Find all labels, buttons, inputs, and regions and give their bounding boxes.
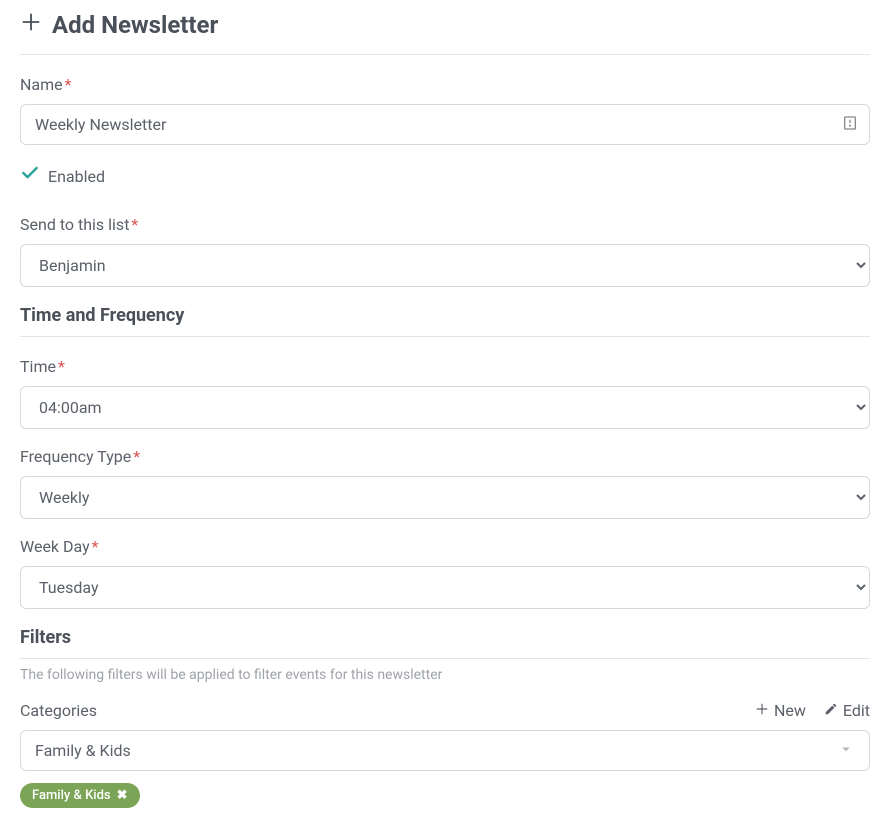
edit-category-button[interactable]: Edit — [824, 701, 870, 720]
new-category-button[interactable]: New — [755, 701, 806, 720]
categories-header-row: Categories New Edit — [20, 701, 870, 720]
required-asterisk: * — [58, 357, 65, 376]
contact-card-icon[interactable] — [842, 115, 858, 135]
pencil-icon — [824, 702, 838, 720]
plus-icon — [755, 702, 769, 720]
page-header: Add Newsletter — [20, 10, 870, 55]
categories-value: Family & Kids — [35, 741, 131, 760]
required-asterisk: * — [133, 447, 140, 466]
categories-combobox[interactable]: Family & Kids — [20, 730, 870, 771]
name-field-row: Name* — [20, 75, 870, 145]
categories-label: Categories — [20, 701, 97, 720]
name-input[interactable] — [20, 104, 870, 145]
name-label: Name* — [20, 75, 870, 94]
enabled-label: Enabled — [48, 167, 105, 186]
check-icon — [20, 163, 40, 189]
plus-icon — [20, 10, 42, 40]
required-asterisk: * — [92, 537, 99, 556]
required-asterisk: * — [65, 75, 72, 94]
category-tag: Family & Kids ✖ — [20, 783, 140, 808]
required-asterisk: * — [131, 215, 138, 234]
week-day-select[interactable]: Tuesday — [20, 566, 870, 609]
tag-row: Family & Kids ✖ — [20, 783, 870, 808]
page-title: Add Newsletter — [52, 11, 218, 39]
time-select[interactable]: 04:00am — [20, 386, 870, 429]
send-to-list-label-text: Send to this list — [20, 215, 129, 234]
week-day-label: Week Day* — [20, 537, 870, 556]
frequency-type-row: Frequency Type* Weekly — [20, 447, 870, 519]
time-row: Time* 04:00am — [20, 357, 870, 429]
chevron-down-icon — [837, 740, 855, 762]
name-label-text: Name — [20, 75, 63, 94]
send-to-list-select[interactable]: Benjamin — [20, 244, 870, 287]
name-input-wrap — [20, 104, 870, 145]
week-day-label-text: Week Day — [20, 537, 90, 556]
tag-label: Family & Kids — [32, 788, 111, 803]
new-label-text: New — [774, 701, 806, 720]
filters-header: Filters — [20, 627, 870, 659]
close-icon[interactable]: ✖ — [117, 788, 128, 803]
edit-label-text: Edit — [843, 701, 870, 720]
send-to-list-row: Send to this list* Benjamin — [20, 215, 870, 287]
time-label-text: Time — [20, 357, 56, 376]
enabled-checkbox-row[interactable]: Enabled — [20, 163, 870, 189]
frequency-type-label-text: Frequency Type — [20, 447, 131, 466]
frequency-type-select[interactable]: Weekly — [20, 476, 870, 519]
send-to-list-label: Send to this list* — [20, 215, 870, 234]
filters-subtext: The following filters will be applied to… — [20, 667, 870, 683]
week-day-row: Week Day* Tuesday — [20, 537, 870, 609]
frequency-type-label: Frequency Type* — [20, 447, 870, 466]
time-label: Time* — [20, 357, 870, 376]
time-frequency-header: Time and Frequency — [20, 305, 870, 337]
